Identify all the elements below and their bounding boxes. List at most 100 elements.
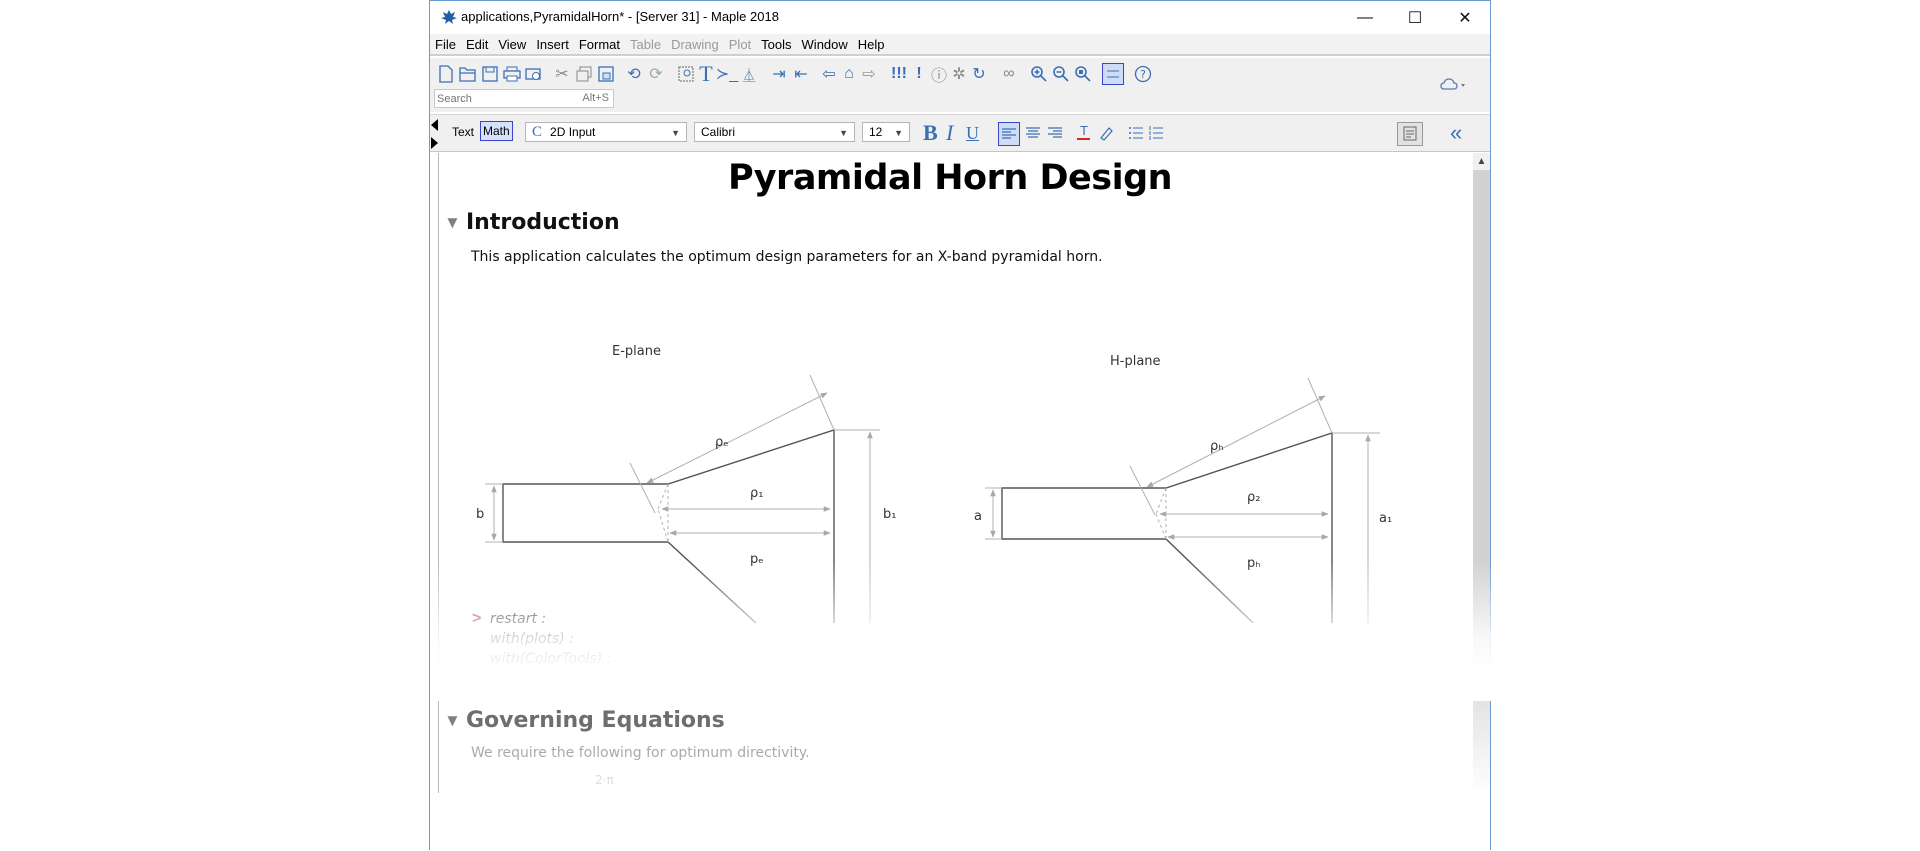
menu-bar: File Edit View Insert Format Table Drawi… bbox=[430, 34, 1490, 56]
chevron-down-icon: ▼ bbox=[671, 128, 680, 138]
link-icon[interactable]: ∞ bbox=[998, 63, 1020, 85]
menu-edit[interactable]: Edit bbox=[465, 37, 489, 52]
page-title: Pyramidal Horn Design bbox=[727, 158, 1173, 198]
format-bar: Text Math C 2D Input ▼ Calibri ▼ 12 ▼ B … bbox=[430, 114, 1490, 152]
code-line-with-colortools[interactable]: with(ColorTools) : bbox=[490, 651, 611, 667]
close-button[interactable]: ✕ bbox=[1442, 5, 1488, 31]
h-plane-dimension-lines bbox=[985, 377, 1380, 623]
restart-icon[interactable]: ↻ bbox=[968, 63, 990, 85]
code-line-restart[interactable]: restart : bbox=[490, 611, 546, 627]
math-mode-button[interactable]: Math bbox=[480, 121, 513, 141]
e-plane-axial-label: ρ₁ bbox=[750, 486, 763, 501]
menu-file[interactable]: File bbox=[434, 37, 457, 52]
vertical-scrollbar[interactable]: ▲ bbox=[1473, 153, 1490, 851]
bullet-list-icon bbox=[1129, 127, 1143, 139]
minimize-button[interactable]: — bbox=[1342, 5, 1388, 31]
chevron-up-icon: ▲ bbox=[1476, 156, 1487, 167]
font-size-select[interactable]: 12 ▼ bbox=[862, 122, 910, 142]
e-plane-diagram: E-plane ρₑ ρ₁ pₑ b b₁ bbox=[476, 344, 896, 623]
open-icon[interactable] bbox=[457, 63, 479, 85]
menu-drawing[interactable]: Drawing bbox=[670, 37, 720, 52]
document-palette-icon bbox=[1403, 126, 1417, 141]
underline-button[interactable]: U bbox=[966, 122, 979, 144]
text-icon[interactable]: T bbox=[695, 61, 717, 86]
undo-icon[interactable]: ⟲ bbox=[623, 63, 645, 85]
code-line-with-plots[interactable]: with(plots) : bbox=[490, 631, 574, 647]
menu-window[interactable]: Window bbox=[801, 37, 849, 52]
collapse-triangle-icon[interactable]: ▶ bbox=[444, 675, 466, 695]
input-mode-select[interactable]: C 2D Input ▼ bbox=[525, 122, 687, 142]
align-left-icon bbox=[1002, 128, 1016, 139]
align-right-button[interactable] bbox=[1045, 122, 1065, 144]
execute-icon[interactable]: ! bbox=[908, 63, 930, 85]
align-center-button[interactable] bbox=[1023, 122, 1043, 144]
home-icon[interactable]: ⌂ bbox=[838, 63, 860, 85]
section-introduction[interactable]: ▼ Introduction bbox=[444, 210, 620, 235]
section-title: Governing Equations bbox=[466, 708, 725, 733]
numbered-list-button[interactable] bbox=[1146, 122, 1166, 144]
expand-triangle-icon[interactable]: ▼ bbox=[444, 711, 466, 731]
h-plane-label: H-plane bbox=[1110, 354, 1161, 369]
menu-view[interactable]: View bbox=[497, 37, 527, 52]
text-mode-button[interactable]: Text bbox=[452, 125, 474, 139]
maple-window: applications,PyramidalHorn* - [Server 31… bbox=[429, 0, 1492, 851]
section-icon[interactable]: ⏅ bbox=[738, 63, 760, 85]
collapse-toolbar-button[interactable]: « bbox=[1450, 120, 1462, 145]
new-document-icon[interactable] bbox=[435, 63, 457, 85]
execute-all-icon[interactable]: !!! bbox=[888, 63, 910, 85]
palette-toggle-button[interactable] bbox=[1397, 122, 1423, 146]
search-input[interactable] bbox=[435, 90, 559, 108]
zoom-fit-icon[interactable] bbox=[1072, 63, 1094, 85]
text-color-button[interactable]: T bbox=[1074, 122, 1094, 144]
governing-text: We require the following for optimum dir… bbox=[471, 745, 810, 761]
cloud-button[interactable] bbox=[1440, 76, 1468, 97]
search-shortcut: Alt+S bbox=[582, 92, 609, 104]
menu-help[interactable]: Help bbox=[857, 37, 886, 52]
h-plane-inner-label: pₕ bbox=[1247, 556, 1261, 571]
indent-icon[interactable]: ⇥ bbox=[768, 63, 790, 85]
print-icon[interactable] bbox=[501, 63, 523, 85]
h-plane-width-label: a bbox=[974, 509, 982, 524]
paste-icon[interactable] bbox=[595, 63, 617, 85]
outdent-icon[interactable]: ⇤ bbox=[790, 63, 812, 85]
forward-icon[interactable]: ⇨ bbox=[858, 63, 880, 85]
scroll-up-button[interactable]: ▲ bbox=[1473, 153, 1490, 170]
menu-plot[interactable]: Plot bbox=[728, 37, 752, 52]
debug-icon[interactable]: ✲ bbox=[948, 63, 970, 85]
show-fit-icon[interactable] bbox=[1102, 63, 1124, 85]
interrupt-icon[interactable]: ⓘ bbox=[928, 63, 950, 85]
italic-button[interactable]: I bbox=[946, 120, 953, 145]
execution-group-icon[interactable]: ≻_ bbox=[716, 63, 738, 85]
cut-icon[interactable]: ✂ bbox=[551, 63, 573, 85]
print-preview-icon[interactable] bbox=[523, 63, 545, 85]
redo-icon[interactable]: ⟳ bbox=[645, 63, 667, 85]
expand-triangle-icon[interactable]: ▼ bbox=[444, 213, 466, 233]
maple-leaf-icon bbox=[441, 10, 457, 24]
back-icon[interactable]: ⇦ bbox=[818, 63, 840, 85]
highlight-button[interactable] bbox=[1096, 122, 1116, 144]
help-icon[interactable]: ? bbox=[1132, 63, 1154, 85]
menu-tools[interactable]: Tools bbox=[760, 37, 792, 52]
align-left-button[interactable] bbox=[998, 122, 1020, 146]
zoom-in-icon[interactable] bbox=[1028, 63, 1050, 85]
section-parameters[interactable]: ▶ Parameters bbox=[444, 672, 609, 697]
search-field[interactable]: Alt+S bbox=[434, 89, 614, 108]
save-icon[interactable] bbox=[479, 63, 501, 85]
section-governing-equations[interactable]: ▼ Governing Equations bbox=[444, 708, 725, 733]
bold-button[interactable]: B bbox=[923, 120, 938, 145]
align-right-icon bbox=[1048, 127, 1062, 138]
maximize-button[interactable]: ☐ bbox=[1392, 5, 1438, 31]
insert-image-icon[interactable] bbox=[675, 63, 697, 85]
menu-insert[interactable]: Insert bbox=[535, 37, 570, 52]
font-select[interactable]: Calibri ▼ bbox=[694, 122, 855, 142]
e-plane-inner-label: pₑ bbox=[750, 552, 764, 567]
menu-format[interactable]: Format bbox=[578, 37, 621, 52]
menu-table[interactable]: Table bbox=[629, 37, 662, 52]
maximize-icon: ☐ bbox=[1407, 10, 1423, 27]
h-plane-horn-outline bbox=[1001, 432, 1333, 623]
h-plane-aperture-label: a₁ bbox=[1379, 511, 1392, 526]
bullet-list-button[interactable] bbox=[1126, 122, 1146, 144]
copy-icon[interactable] bbox=[573, 63, 595, 85]
zoom-out-icon[interactable] bbox=[1050, 63, 1072, 85]
document-area[interactable]: Pyramidal Horn Design ▼ Introduction Thi… bbox=[430, 153, 1470, 851]
